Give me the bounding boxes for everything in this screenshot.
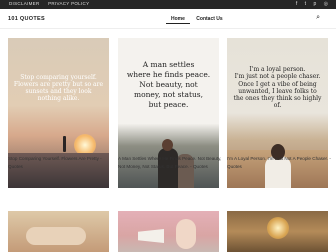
quote-text: Stop comparing yourself. Flowers are pre… — [13, 74, 104, 102]
disclaimer-link[interactable]: DISCLAIMER — [9, 1, 40, 6]
person-image — [176, 219, 196, 249]
megaphone-image — [138, 229, 164, 243]
hands-image — [26, 227, 86, 245]
post-thumbnail[interactable] — [227, 211, 328, 252]
nav-contact-us[interactable]: Contact Us — [191, 15, 227, 23]
search-icon[interactable]: ⌕ — [316, 14, 320, 22]
main-nav: Home Contact Us — [166, 15, 228, 24]
silhouette — [63, 136, 66, 152]
facebook-icon[interactable]: f — [296, 1, 297, 7]
post-title[interactable]: I'm A Loyal Person. I'm Just Not A Peopl… — [227, 155, 331, 171]
instagram-icon[interactable]: ◎ — [324, 1, 328, 7]
post-thumbnail[interactable] — [8, 211, 109, 252]
pinterest-icon[interactable]: p — [313, 1, 316, 7]
quote-text: I'm a loyal person. I'm just not a peopl… — [233, 66, 322, 110]
social-links: f t p ◎ — [290, 1, 328, 7]
post-title[interactable]: A Man Settles Where He Finds Peace. Not … — [118, 155, 222, 171]
nav-home[interactable]: Home — [166, 15, 190, 24]
twitter-icon[interactable]: t — [305, 1, 306, 7]
post-title[interactable]: Stop Comparing Yourself. Flowers Are Pre… — [8, 155, 112, 171]
site-logo[interactable]: 101 QUOTES — [8, 16, 45, 22]
person-head — [162, 139, 173, 151]
quote-text: A man settles where he finds peace. Not … — [126, 60, 211, 109]
site-header: 101 QUOTES Home Contact Us ⌕ — [0, 9, 336, 29]
top-bar: DISCLAIMER PRIVACY POLICY f t p ◎ — [0, 0, 336, 9]
chandelier-image — [267, 217, 289, 239]
post-thumbnail[interactable] — [118, 211, 219, 252]
top-links: DISCLAIMER PRIVACY POLICY — [9, 1, 96, 6]
privacy-policy-link[interactable]: PRIVACY POLICY — [48, 1, 89, 6]
